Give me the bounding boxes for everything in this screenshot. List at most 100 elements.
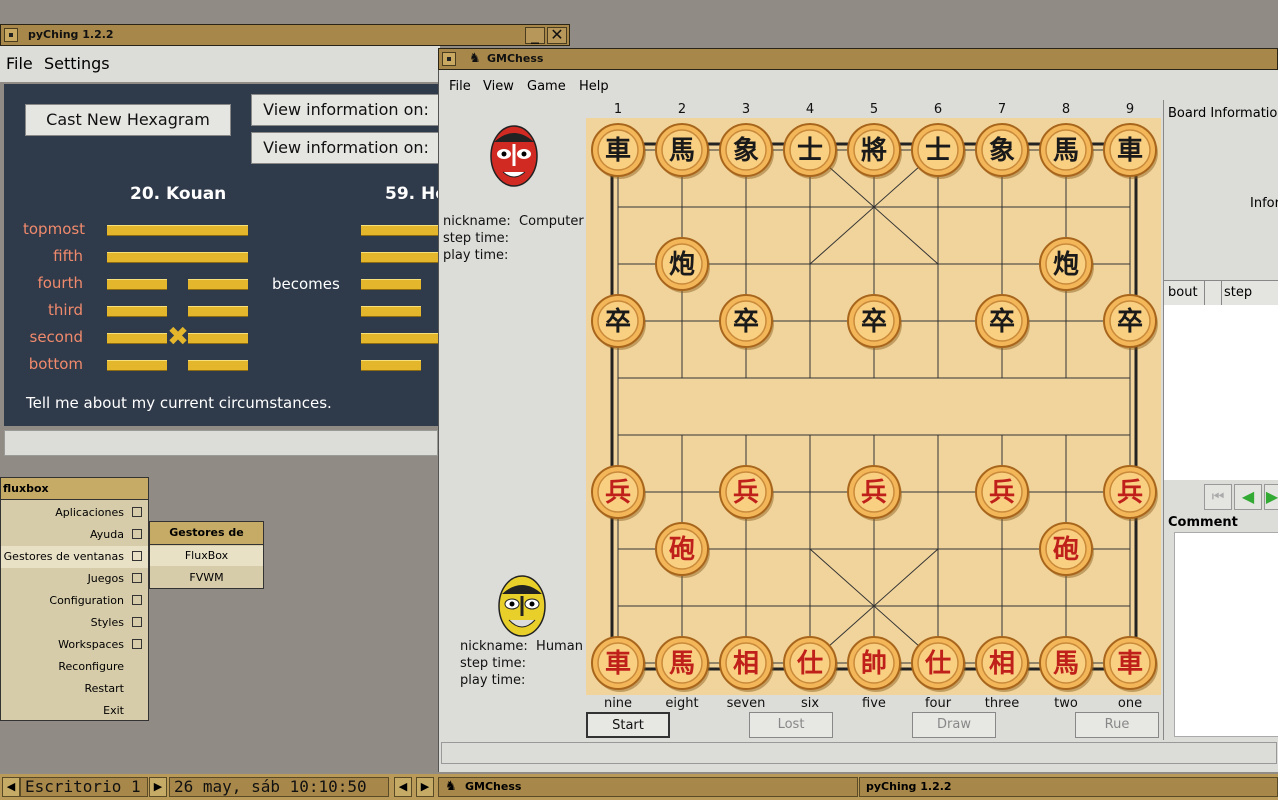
menu-view[interactable]: View: [483, 79, 514, 94]
submenu-icon: [132, 639, 142, 649]
next-workspace-icon[interactable]: ▶: [149, 777, 167, 797]
red-piece-label: 兵: [861, 478, 887, 508]
line-label-fourth: fourth: [37, 274, 83, 292]
hexagram-line-broken: [107, 333, 167, 344]
menu-file[interactable]: File: [449, 79, 471, 94]
window-title: GMChess: [487, 52, 544, 65]
workspace-name[interactable]: Escritorio 1: [20, 777, 148, 797]
view-info-button-1[interactable]: View information on:: [251, 94, 441, 126]
menu-item-exit[interactable]: Exit: [1, 700, 148, 722]
red-piece-label: 仕: [796, 649, 823, 679]
bottom-column-label: six: [800, 696, 820, 711]
cast-new-hexagram-button[interactable]: Cast New Hexagram: [25, 104, 231, 136]
menu-item-aplicaciones[interactable]: Aplicaciones: [1, 502, 148, 524]
task-gmchess[interactable]: ♞ GMChess: [438, 777, 858, 797]
red-piece-label: 砲: [1053, 535, 1079, 565]
line-label-second: second: [29, 328, 84, 346]
red-piece-label: 馬: [669, 649, 695, 679]
red-piece-label: 相: [989, 649, 1015, 679]
next-task-icon[interactable]: ▶: [416, 777, 434, 797]
menu-item-workspaces[interactable]: Workspaces: [1, 634, 148, 656]
pyching-titlebar[interactable]: pyChing 1.2.2 _ ✕: [0, 24, 570, 46]
window-menu-icon[interactable]: [442, 52, 456, 66]
first-move-icon[interactable]: ⏮: [1204, 484, 1232, 510]
app-icon: ♞: [445, 779, 457, 794]
red-piece-label: 仕: [924, 649, 951, 679]
computer-avatar-icon: [490, 125, 538, 187]
move-list[interactable]: [1164, 305, 1278, 480]
menu-item-ayuda[interactable]: Ayuda: [1, 524, 148, 546]
prev-task-icon[interactable]: ◀: [394, 777, 412, 797]
hexagram-line-broken: [361, 360, 421, 371]
menu-item-configuration[interactable]: Configuration: [1, 590, 148, 612]
comment-textarea[interactable]: [1174, 532, 1278, 737]
red-piece-label: 兵: [1117, 478, 1143, 508]
taskbar: ◀ Escritorio 1 ▶ 26 may, sáb 10:10:50 ◀ …: [0, 774, 1278, 800]
question-text: Tell me about my current circumstances.: [26, 394, 332, 412]
start-button[interactable]: Start: [586, 712, 670, 738]
black-piece-label: 卒: [1117, 306, 1143, 337]
becomes-label: becomes: [272, 275, 340, 293]
hexagram-line-solid: [107, 252, 248, 263]
top-column-label: 8: [1061, 102, 1071, 117]
lost-button[interactable]: Lost: [749, 712, 833, 738]
view-info-button-2[interactable]: View information on:: [251, 132, 441, 164]
hexagram-line-solid: [361, 225, 438, 236]
app-icon: ♞: [469, 51, 481, 66]
board-info-label: Board Information: [1168, 106, 1278, 121]
top-step-time: step time:: [443, 231, 510, 246]
submenu-icon: [132, 507, 142, 517]
rue-button[interactable]: Rue: [1075, 712, 1159, 738]
submenu-item-fvwm[interactable]: FVWM: [150, 568, 263, 588]
window-menu-icon[interactable]: [4, 28, 18, 42]
gmchess-titlebar[interactable]: ♞ GMChess: [438, 48, 1278, 70]
bottom-column-label: eight: [665, 696, 699, 711]
menu-help[interactable]: Help: [579, 79, 609, 94]
col-step[interactable]: step: [1224, 285, 1252, 300]
menubar: File View Game Help: [439, 74, 1278, 100]
menu-item-styles[interactable]: Styles: [1, 612, 148, 634]
prev-workspace-icon[interactable]: ◀: [2, 777, 20, 797]
line-label-fifth: fifth: [53, 247, 83, 265]
task-pyching[interactable]: pyChing 1.2.2: [859, 777, 1278, 797]
submenu-item-fluxbox[interactable]: FluxBox: [150, 546, 263, 566]
menu-game[interactable]: Game: [527, 79, 566, 94]
top-column-label: 1: [613, 102, 623, 117]
black-piece-label: 將: [861, 136, 887, 166]
comment-label: Comment: [1168, 515, 1238, 530]
menu-item-gestores[interactable]: Gestores de ventanas: [1, 546, 148, 568]
submenu-icon: [132, 551, 142, 561]
red-piece-label: 馬: [1053, 649, 1079, 679]
fluxbox-submenu: Gestores de ventanas FluxBox FVWM: [149, 521, 264, 589]
hexagram-line-solid: [361, 252, 438, 263]
top-column-label: 2: [677, 102, 687, 117]
menu-settings[interactable]: Settings: [44, 54, 110, 73]
red-piece-label: 車: [605, 649, 631, 679]
status-bar: [441, 742, 1277, 764]
clock: 26 may, sáb 10:10:50: [169, 777, 389, 797]
menu-item-juegos[interactable]: Juegos: [1, 568, 148, 590]
move-table-header: bout step: [1164, 280, 1278, 306]
top-column-label: 5: [869, 102, 879, 117]
red-piece-label: 兵: [733, 478, 759, 508]
menu-item-restart[interactable]: Restart: [1, 678, 148, 700]
top-column-label: 6: [933, 102, 943, 117]
menu-file[interactable]: File: [6, 54, 33, 73]
minimize-button[interactable]: _: [525, 27, 545, 44]
board-grid[interactable]: 車馬象士將士象馬車炮 炮卒卒卒卒卒兵兵兵兵兵砲 砲車馬相仕帥仕相馬車: [586, 118, 1161, 695]
col-bout[interactable]: bout: [1168, 285, 1198, 300]
top-column-label: 7: [997, 102, 1007, 117]
black-piece-label: 卒: [861, 306, 887, 337]
hexagram-line-broken: [107, 360, 167, 371]
prev-move-icon[interactable]: ◀: [1234, 484, 1262, 510]
chess-board[interactable]: 車馬象士將士象馬車炮炮卒卒卒卒卒兵兵兵兵兵砲砲車馬相仕帥仕相馬車: [586, 118, 1161, 695]
hexagram-line-solid: [361, 333, 438, 344]
bottom-column-label: one: [1117, 696, 1143, 711]
hexagram-line-broken: [188, 306, 248, 317]
black-piece-label: 車: [605, 136, 631, 166]
black-piece-label: 卒: [605, 306, 631, 337]
menu-item-reconfigure[interactable]: Reconfigure: [1, 656, 148, 678]
draw-button[interactable]: Draw: [912, 712, 996, 738]
next-move-icon[interactable]: ▶: [1264, 484, 1278, 510]
close-icon[interactable]: ✕: [547, 27, 567, 44]
